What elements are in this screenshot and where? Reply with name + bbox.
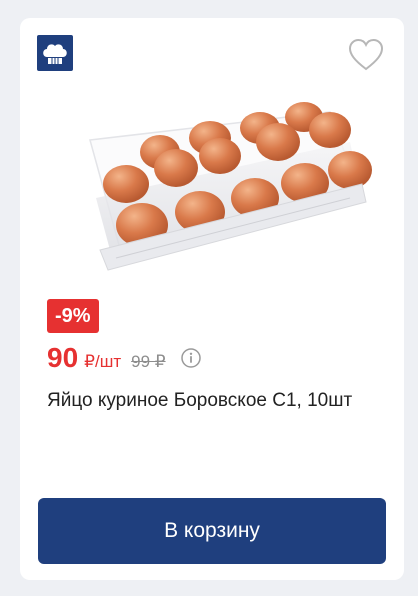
old-price: 99 ₽ bbox=[131, 352, 166, 371]
current-price: 90 bbox=[47, 342, 79, 373]
price-row: 90 ₽/шт 99 ₽ bbox=[47, 342, 166, 378]
info-icon[interactable] bbox=[181, 348, 201, 368]
product-image[interactable] bbox=[50, 80, 376, 274]
price-unit: ₽/шт bbox=[84, 352, 122, 371]
product-card[interactable]: -9% 90 ₽/шт 99 ₽ Яйцо куриное Боровское … bbox=[20, 18, 404, 580]
add-to-cart-button[interactable]: В корзину bbox=[38, 498, 386, 564]
chef-hat-icon bbox=[37, 35, 73, 71]
product-title[interactable]: Яйцо куриное Боровское С1, 10шт bbox=[47, 388, 367, 413]
heart-icon[interactable] bbox=[348, 38, 384, 72]
discount-badge: -9% bbox=[47, 299, 99, 333]
